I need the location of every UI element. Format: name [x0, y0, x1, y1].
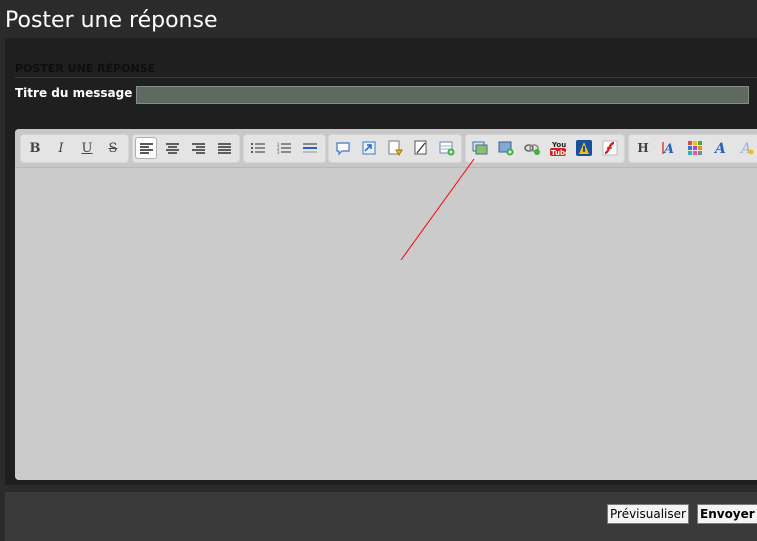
toolbar-group-text-style: B I U S: [20, 134, 129, 163]
table-icon[interactable]: [436, 137, 458, 159]
toolbar-group-blocks: [328, 134, 462, 163]
quote-icon[interactable]: [332, 137, 354, 159]
toolbar-group-media: You Tube: [465, 134, 625, 163]
hide-icon[interactable]: [410, 137, 432, 159]
action-bar: Prévisualiser Envoyer: [5, 492, 757, 541]
svg-text:A: A: [662, 142, 674, 156]
youtube-label-bottom: Tube: [551, 149, 567, 157]
horizontal-rule-icon[interactable]: [299, 137, 321, 159]
align-left-icon[interactable]: [135, 137, 157, 159]
section-title: POSTER UNE RÉPONSE: [15, 62, 757, 78]
strikethrough-icon[interactable]: S: [102, 137, 124, 159]
justify-icon[interactable]: [213, 137, 235, 159]
italic-glyph: I: [58, 140, 64, 156]
align-right-icon[interactable]: [187, 137, 209, 159]
strike-glyph: S: [108, 140, 118, 156]
youtube-label-top: You: [551, 141, 566, 149]
image-icon[interactable]: [469, 137, 491, 159]
toolbar-group-alignment: [132, 134, 240, 163]
page-title: Poster une réponse: [5, 8, 218, 33]
reply-panel: POSTER UNE RÉPONSE Titre du message B I …: [5, 38, 757, 485]
italic-icon[interactable]: I: [50, 137, 72, 159]
editor-toolbar: B I U S 1 2 3 You Tub H A A A: [15, 129, 757, 168]
message-textarea[interactable]: [15, 168, 757, 480]
bold-icon[interactable]: B: [24, 137, 46, 159]
spoiler-icon[interactable]: [384, 137, 406, 159]
heading-glyph: H: [637, 141, 649, 155]
dailymotion-icon[interactable]: [573, 137, 595, 159]
upload-image-icon[interactable]: [495, 137, 517, 159]
send-button[interactable]: Envoyer: [697, 504, 757, 524]
subject-label: Titre du message: [15, 86, 133, 100]
flash-icon[interactable]: [599, 137, 621, 159]
font-size-icon[interactable]: A: [658, 137, 680, 159]
subject-input[interactable]: [136, 86, 749, 104]
fancy-text-icon[interactable]: A: [736, 137, 757, 159]
underline-icon[interactable]: U: [76, 137, 98, 159]
underline-glyph: U: [81, 140, 93, 156]
heading-icon[interactable]: H: [632, 137, 654, 159]
align-center-icon[interactable]: [161, 137, 183, 159]
code-icon[interactable]: [358, 137, 380, 159]
toolbar-group-lists: 123: [243, 134, 326, 163]
link-icon[interactable]: [521, 137, 543, 159]
youtube-icon[interactable]: You Tube: [547, 137, 569, 159]
preview-button[interactable]: Prévisualiser: [607, 504, 689, 524]
bold-glyph: B: [29, 140, 41, 156]
font-icon[interactable]: A: [710, 137, 732, 159]
svg-text:3: 3: [277, 150, 280, 154]
svg-text:A: A: [713, 141, 726, 156]
bulleted-list-icon[interactable]: [247, 137, 269, 159]
numbered-list-icon[interactable]: 123: [273, 137, 295, 159]
message-editor: B I U S 1 2 3 You Tub H A A A: [15, 129, 757, 480]
toolbar-group-typography: H A A A: [628, 134, 757, 163]
color-icon[interactable]: [684, 137, 706, 159]
